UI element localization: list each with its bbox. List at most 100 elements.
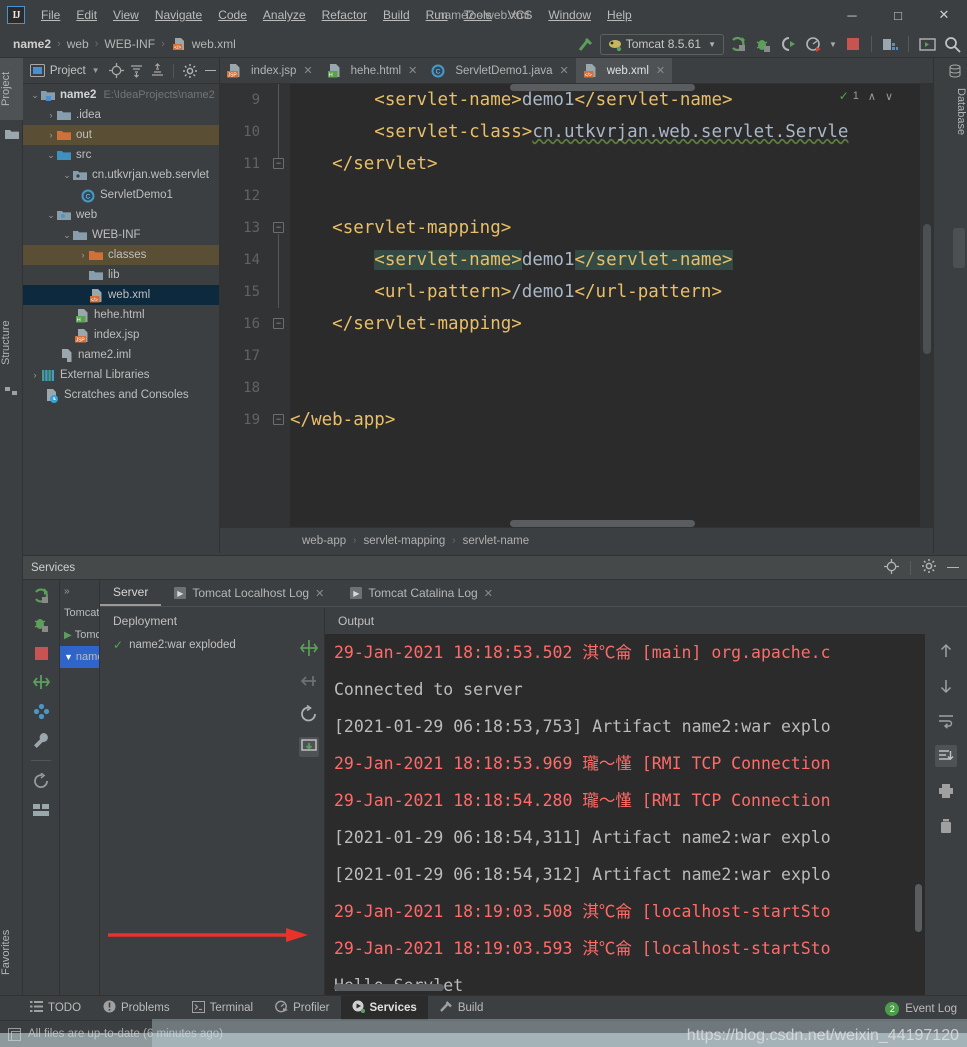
project-structure-icon[interactable]	[879, 33, 901, 55]
expand-all-icon[interactable]	[128, 62, 145, 79]
structure-icon[interactable]	[4, 383, 19, 398]
editor-marker-gutter[interactable]	[920, 84, 933, 527]
tab-web-xml[interactable]: </> web.xml ✕	[576, 58, 672, 83]
deploy-icon[interactable]	[299, 638, 319, 658]
event-log-widget[interactable]: 2 Event Log	[885, 996, 957, 1021]
menu-help[interactable]: Help	[599, 3, 640, 27]
chevron-right-icon[interactable]: ›	[45, 130, 57, 140]
wrench-icon[interactable]	[32, 731, 50, 749]
menu-analyze[interactable]: Analyze	[255, 3, 314, 27]
deployment-artifact-row[interactable]: ✓ name2:war exploded	[100, 634, 324, 656]
editor-horizontal-scrollbar[interactable]	[510, 520, 695, 527]
editor-crumb-servlet-mapping[interactable]: servlet-mapping	[363, 535, 445, 547]
services-tree[interactable]: » Tomcat Server ▶ Tomcat 8.5.61 ▼ name2	[60, 580, 100, 995]
console-vertical-scrollbar[interactable]	[915, 884, 922, 932]
editor-horizontal-scrollbar-top[interactable]	[510, 84, 695, 91]
navbar-crumb-webinf[interactable]: WEB-INF	[101, 37, 158, 51]
tree-item-name2[interactable]: ⌄ name2 E:\IdeaProjects\name2	[23, 85, 219, 105]
gear-icon[interactable]	[922, 559, 936, 576]
fold-collapse-icon[interactable]: −	[273, 414, 284, 425]
collapse-all-icon[interactable]	[149, 62, 166, 79]
tree-item-scratches[interactable]: Scratches and Consoles	[23, 385, 219, 405]
update-resources-icon[interactable]	[299, 737, 319, 757]
chevron-down-icon[interactable]: ▼	[64, 652, 73, 662]
stop-button[interactable]	[842, 33, 864, 55]
editor-crumb-servlet-name[interactable]: servlet-name	[463, 535, 529, 547]
services-tree-item-name2[interactable]: ▼ name2	[60, 646, 99, 668]
fold-collapse-icon[interactable]: −	[273, 318, 284, 329]
editor-crumb-webapp[interactable]: web-app	[302, 535, 346, 547]
menu-code[interactable]: Code	[210, 3, 255, 27]
editor-vertical-scrollbar[interactable]	[923, 224, 931, 354]
profiler-dropdown-icon[interactable]: ▼	[827, 33, 839, 55]
chevron-right-icon[interactable]: ›	[29, 370, 41, 380]
tree-item-webinf[interactable]: ⌄ WEB-INF	[23, 225, 219, 245]
chevron-down-icon[interactable]: ⌄	[45, 210, 57, 221]
deploy-icon[interactable]	[32, 673, 50, 691]
close-button[interactable]: ✕	[921, 0, 967, 30]
tree-item-hehehtml[interactable]: H hehe.html	[23, 305, 219, 325]
project-folder-icon[interactable]	[4, 126, 19, 141]
search-icon[interactable]	[941, 33, 963, 55]
project-tree[interactable]: ⌄ name2 E:\IdeaProjects\name2 › .idea › …	[23, 85, 219, 553]
sidebar-item-project[interactable]: Project	[0, 58, 23, 120]
tree-item-idea[interactable]: › .idea	[23, 105, 219, 125]
diamond-icon[interactable]	[32, 702, 50, 720]
sidebar-item-favorites[interactable]: Favorites	[0, 913, 23, 991]
console-output[interactable]: 29-Jan-2021 18:18:53.502 淇℃侖 [main] org.…	[325, 634, 925, 995]
services-tree-item-tomcat-server[interactable]: »	[60, 580, 99, 602]
close-icon[interactable]: ✕	[484, 587, 493, 600]
chevron-down-icon[interactable]: ⌄	[61, 230, 73, 241]
inspection-widget[interactable]: ✓ 1 ∧ ∨	[839, 89, 893, 103]
code-folding-gutter[interactable]: − − − −	[268, 84, 290, 527]
chevron-right-icon[interactable]: ›	[45, 110, 57, 120]
soft-wrap-icon[interactable]	[935, 710, 957, 732]
arrow-down-icon[interactable]	[935, 675, 957, 697]
previous-problem-icon[interactable]: ∧	[868, 90, 876, 103]
database-icon[interactable]	[948, 64, 962, 78]
menu-vcs[interactable]: VCS	[500, 3, 541, 27]
tab-tomcat-catalina-log[interactable]: ▶ Tomcat Catalina Log ✕	[337, 580, 506, 606]
locate-file-icon[interactable]	[108, 62, 125, 79]
tree-item-package[interactable]: ⌄ cn.utkvrjan.web.servlet	[23, 165, 219, 185]
redeploy-icon[interactable]	[299, 704, 319, 724]
terminal-toggle-icon[interactable]	[916, 33, 938, 55]
tree-item-web[interactable]: ⌄ web	[23, 205, 219, 225]
close-icon[interactable]: ✕	[303, 64, 312, 77]
close-icon[interactable]: ✕	[315, 587, 324, 600]
undeploy-icon[interactable]	[299, 671, 319, 691]
menu-refactor[interactable]: Refactor	[314, 3, 375, 27]
maximize-button[interactable]: □	[875, 0, 921, 30]
tab-servletdemo1-java[interactable]: C ServletDemo1.java ✕	[424, 58, 575, 83]
locate-icon[interactable]	[884, 559, 899, 577]
tree-item-out[interactable]: › out	[23, 125, 219, 145]
hide-panel-icon[interactable]	[947, 567, 959, 569]
console-horizontal-scrollbar[interactable]	[334, 984, 444, 991]
tree-item-servletdemo1[interactable]: C ServletDemo1	[23, 185, 219, 205]
chevron-down-icon[interactable]: ⌄	[45, 150, 57, 161]
rerun-icon[interactable]	[32, 586, 50, 604]
minimize-button[interactable]: ─	[829, 0, 875, 30]
bottom-tab-todo[interactable]: TODO	[0, 996, 92, 1020]
menu-run[interactable]: Run	[418, 3, 456, 27]
gear-icon[interactable]	[181, 62, 198, 79]
chevron-down-icon[interactable]: ⌄	[61, 170, 73, 181]
layout-icon[interactable]	[32, 801, 50, 819]
trash-icon[interactable]	[935, 815, 957, 837]
restart-icon[interactable]	[32, 772, 50, 790]
tab-server[interactable]: Server	[100, 580, 161, 606]
tree-item-lib[interactable]: lib	[23, 265, 219, 285]
code-text[interactable]: <servlet-name>demo1</servlet-name> <serv…	[290, 84, 933, 527]
bottom-tab-build[interactable]: Build	[428, 996, 495, 1020]
menu-tools[interactable]: Tools	[456, 3, 500, 27]
scroll-to-end-icon[interactable]	[935, 745, 957, 767]
bottom-tab-terminal[interactable]: Terminal	[181, 996, 264, 1020]
next-problem-icon[interactable]: ∨	[885, 90, 893, 103]
profiler-button[interactable]	[802, 33, 824, 55]
sidebar-item-database[interactable]: Database	[944, 82, 967, 141]
menu-navigate[interactable]: Navigate	[147, 3, 210, 27]
run-with-coverage-button[interactable]	[777, 33, 799, 55]
debug-button[interactable]	[752, 33, 774, 55]
tree-item-classes[interactable]: › classes	[23, 245, 219, 265]
services-tree-item-config[interactable]: ▶ Tomcat 8.5.61	[60, 624, 99, 646]
